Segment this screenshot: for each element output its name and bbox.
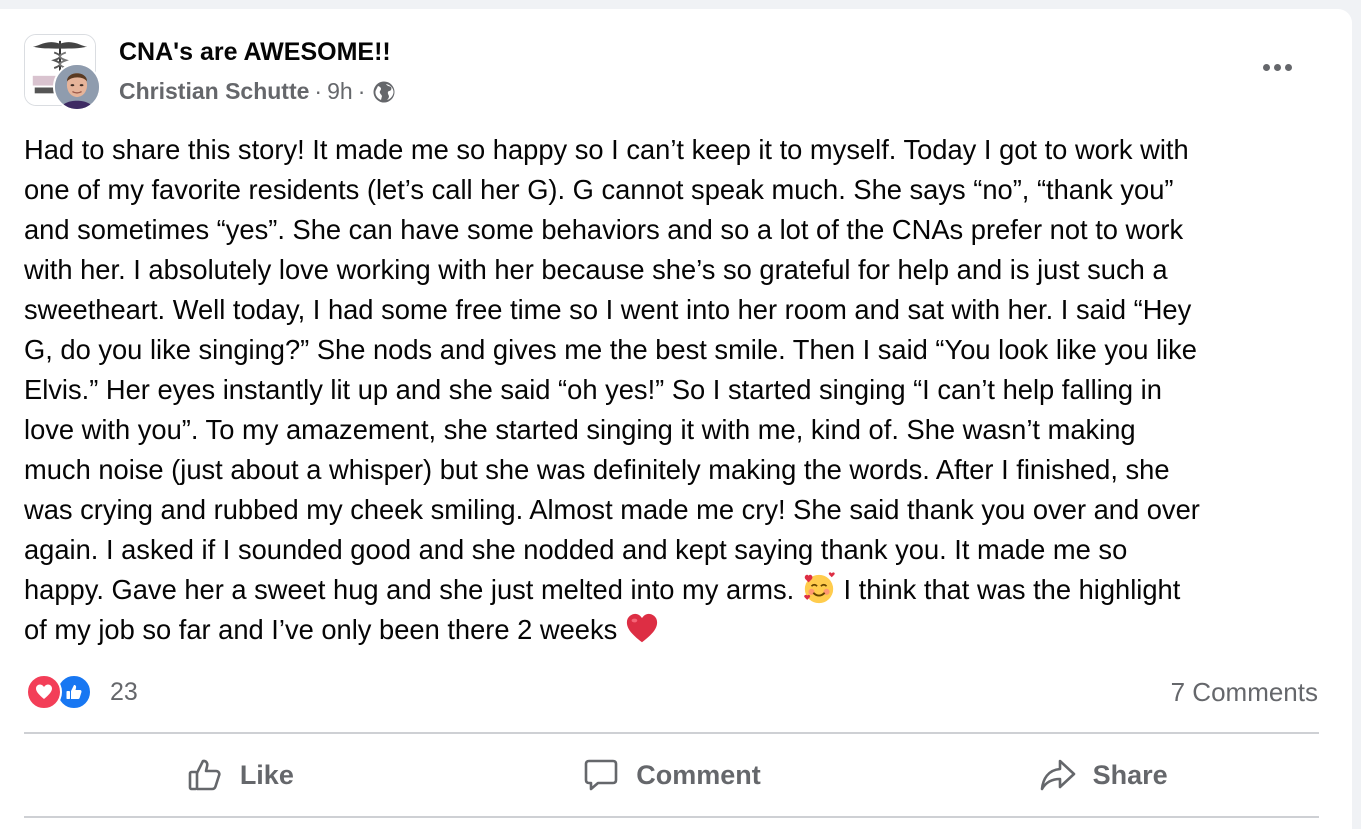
comments-count[interactable]: 7 Comments	[1171, 677, 1318, 708]
post-body-line-12: happy. Gave her a sweet hug and she just…	[24, 570, 1324, 610]
user-photo-icon	[55, 65, 99, 109]
post-body-line: G, do you like singing?” She nods and gi…	[24, 334, 1197, 365]
heart-icon	[36, 684, 52, 699]
reaction-summary[interactable]: 23	[26, 674, 138, 710]
avatar[interactable]	[53, 63, 101, 111]
post-time[interactable]: 9h	[327, 78, 353, 105]
comment-button[interactable]: Comment	[456, 743, 888, 807]
meta-separator: ·	[314, 78, 323, 104]
like-button[interactable]: Like	[24, 743, 456, 807]
post-body-text: happy. Gave her a sweet hug and she just…	[24, 574, 802, 605]
post-body-line: love with you”. To my amazement, she sta…	[24, 414, 1136, 445]
smiling-face-with-hearts-icon	[804, 572, 835, 603]
avatar-group[interactable]	[24, 34, 101, 111]
like-label: Like	[239, 759, 294, 790]
post-body-line: again. I asked if I sounded good and she…	[24, 534, 1128, 565]
reaction-count[interactable]: 23	[110, 678, 138, 707]
comment-icon	[584, 759, 618, 791]
share-button[interactable]: Share	[887, 743, 1319, 807]
thumbs-up-icon	[66, 684, 82, 699]
post-body-line: and sometimes “yes”. She can have some b…	[24, 214, 1184, 245]
post-body-line: Elvis.” Her eyes instantly lit up and sh…	[24, 374, 1162, 405]
globe-icon[interactable]	[372, 80, 396, 104]
post-body-line: sweetheart. Well today, I had some free …	[24, 294, 1192, 325]
divider-bottom	[24, 816, 1319, 818]
like-icon	[188, 759, 221, 791]
post-body-line: much noise (just about a whisper) but sh…	[24, 454, 1170, 485]
divider	[24, 732, 1319, 734]
post-body-line: with her. I absolutely love working with…	[24, 254, 1168, 285]
more-options-button[interactable]	[1252, 47, 1302, 87]
post-body-line: was crying and rubbed my cheek smiling. …	[24, 494, 1200, 525]
share-icon	[1040, 759, 1075, 791]
author-name[interactable]: Christian Schutte	[119, 78, 309, 105]
post-body-line: one of my favorite residents (let’s call…	[24, 174, 1174, 205]
share-label: Share	[1092, 759, 1168, 790]
post-header: CNA's are AWESOME!! Christian Schutte · …	[24, 34, 1324, 114]
post-body-line: Had to share this story! It made me so h…	[24, 134, 1189, 165]
more-options-icon-dot-3	[1284, 63, 1292, 71]
post-body-line-13: of my job so far and I’ve only been ther…	[24, 610, 1324, 650]
post-meta: Christian Schutte · 9h ·	[119, 78, 396, 105]
love-reaction-icon	[26, 674, 62, 710]
more-options-icon-dot-2	[1273, 63, 1281, 71]
post-body-text: of my job so far and I’ve only been ther…	[24, 614, 625, 645]
post-actions: Like Comment Share	[24, 743, 1319, 807]
comment-label: Comment	[636, 759, 761, 790]
meta-separator-2: ·	[357, 78, 366, 104]
post-card: CNA's are AWESOME!! Christian Schutte · …	[0, 9, 1352, 829]
more-options-icon	[1262, 63, 1270, 71]
post-body: Had to share this story! It made me so h…	[24, 130, 1324, 650]
group-name[interactable]: CNA's are AWESOME!!	[119, 38, 391, 67]
post-body-text: I think that was the highlight	[835, 574, 1181, 605]
red-heart-icon	[626, 613, 657, 643]
